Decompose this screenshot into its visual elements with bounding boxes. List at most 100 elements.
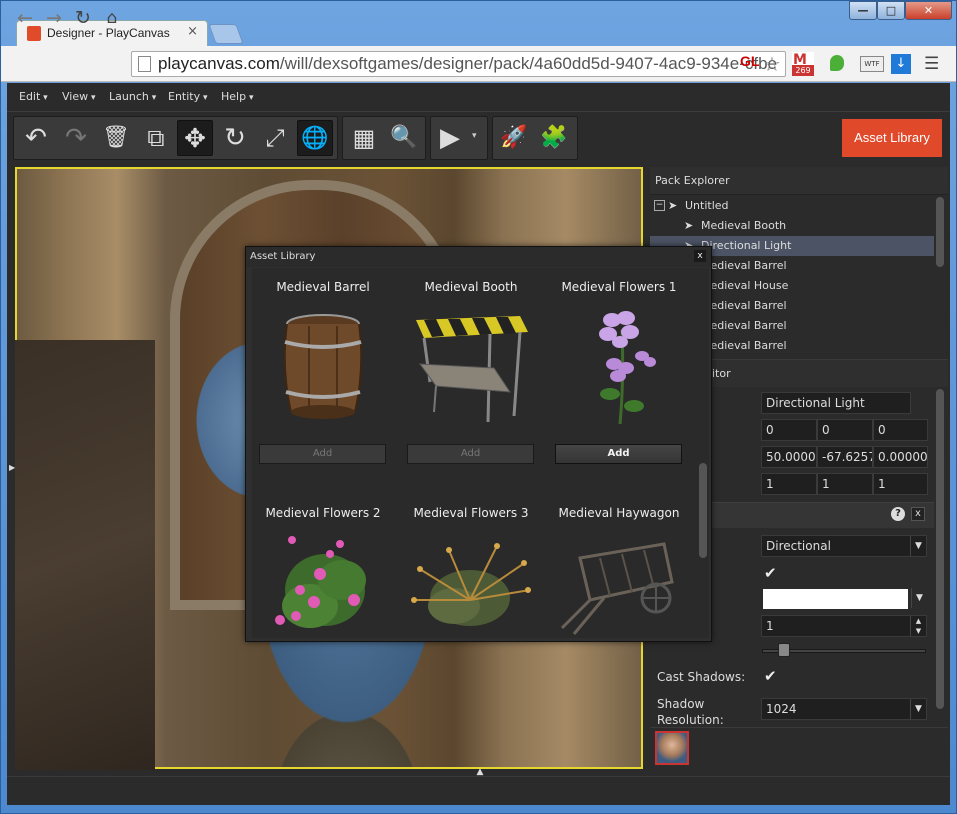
home-icon[interactable]: ⌂ xyxy=(101,8,123,28)
light-type-value: Directional xyxy=(766,539,831,553)
scripts-puzzle-icon[interactable]: 🧩 xyxy=(536,120,572,156)
avatar[interactable] xyxy=(655,731,689,765)
menu-help[interactable]: Help xyxy=(221,90,253,103)
translate-icon[interactable]: ✥ xyxy=(177,120,213,156)
asset-library-title: Asset Library xyxy=(250,251,316,262)
position-y-field[interactable]: 0 xyxy=(817,419,873,441)
tree-item-label: Untitled xyxy=(685,199,729,212)
chevron-down-icon: ▼ xyxy=(910,536,926,556)
download-extension-icon[interactable]: ↓ xyxy=(891,54,911,74)
left-panel-toggle-icon[interactable]: ▶ xyxy=(9,463,15,472)
menu-entity[interactable]: Entity xyxy=(168,90,208,103)
maximize-button[interactable]: □ xyxy=(877,1,905,20)
scrollbar-thumb[interactable] xyxy=(936,197,944,267)
wtf-extension-icon[interactable]: WTF xyxy=(860,56,884,72)
tree-item-untitled[interactable]: − ➤ Untitled xyxy=(650,196,934,216)
close-icon[interactable]: x xyxy=(694,250,706,262)
shadow-resolution-value: 1024 xyxy=(766,702,797,716)
position-x-field[interactable]: 0 xyxy=(761,419,817,441)
light-type-select[interactable]: Directional ▼ xyxy=(761,535,927,557)
tree-item-label: Medieval Barrel xyxy=(701,299,787,312)
minimize-button[interactable]: — xyxy=(849,1,877,20)
menu-launch[interactable]: Launch xyxy=(109,90,156,103)
rotate-icon[interactable]: ↻ xyxy=(217,120,253,156)
intensity-field[interactable]: 1 ▲ ▼ xyxy=(761,615,927,637)
editor-scrollbar[interactable] xyxy=(934,387,946,727)
collapse-icon[interactable]: − xyxy=(654,200,665,211)
publish-rocket-icon[interactable]: 🚀 xyxy=(496,120,532,156)
scale-icon[interactable]: ⤢ xyxy=(257,120,293,156)
remove-component-icon[interactable]: x xyxy=(911,507,925,521)
menu-view[interactable]: View xyxy=(62,90,96,103)
spin-down-icon[interactable]: ▼ xyxy=(910,626,926,636)
tree-scrollbar[interactable] xyxy=(934,195,946,353)
pack-explorer-title: Pack Explorer xyxy=(655,174,730,187)
undo-icon[interactable]: ↶ xyxy=(18,120,54,156)
scene-haywagon xyxy=(15,340,155,770)
asset-library-button[interactable]: Asset Library xyxy=(842,119,942,157)
duplicate-icon[interactable]: ⧉ xyxy=(138,120,174,156)
rocket-icon: ➤ xyxy=(684,219,694,232)
shadow-resolution-label: Shadow Resolution: xyxy=(657,697,724,727)
reload-icon[interactable]: ↻ xyxy=(72,7,94,29)
spin-up-icon[interactable]: ▲ xyxy=(910,616,926,626)
chrome-menu-icon[interactable]: ☰ xyxy=(924,54,939,74)
address-bar[interactable]: playcanvas.com/will/dexsoftgames/designe… xyxy=(131,51,786,77)
add-asset-button[interactable]: Add xyxy=(555,444,682,464)
delete-icon[interactable]: 🗑 xyxy=(98,120,134,156)
gl-badge[interactable]: GL xyxy=(740,53,759,69)
asset-name: Medieval Barrel xyxy=(276,280,370,294)
evernote-extension-icon[interactable] xyxy=(827,52,849,76)
cast-shadows-label: Cast Shadows: xyxy=(657,670,746,684)
gmail-count: 269 xyxy=(792,65,814,76)
page-icon xyxy=(138,56,151,72)
asset-library-scrollbar[interactable] xyxy=(697,268,709,638)
position-z-field[interactable]: 0 xyxy=(873,419,928,441)
flowers-1-thumbnail xyxy=(599,311,656,425)
rotation-z-field[interactable]: 0.000001 xyxy=(873,446,928,468)
tree-item-label: Directional Light xyxy=(701,239,792,252)
light-enabled-checkbox[interactable]: ✔ xyxy=(764,565,780,581)
scale-z-field[interactable]: 1 xyxy=(873,473,928,495)
window-controls: — □ ✕ xyxy=(849,1,953,20)
tree-item-label: Medieval Booth xyxy=(701,219,787,232)
slider-handle[interactable] xyxy=(778,643,790,657)
forward-arrow-icon[interactable]: → xyxy=(43,7,65,29)
gmail-extension-icon[interactable]: M 269 xyxy=(792,52,814,76)
play-icon[interactable]: ▶ xyxy=(432,120,468,156)
bookmark-star-icon[interactable]: ☆ xyxy=(763,52,781,76)
viewport-collapse-icon[interactable]: ▲ xyxy=(470,767,490,777)
add-asset-button[interactable]: Add xyxy=(259,444,386,464)
cast-shadows-checkbox[interactable]: ✔ xyxy=(764,668,780,684)
asset-name: Medieval Flowers 3 xyxy=(413,506,529,520)
url-host: playcanvas.com xyxy=(158,54,280,73)
scale-y-field[interactable]: 1 xyxy=(817,473,873,495)
play-dropdown-icon[interactable]: ▾ xyxy=(472,131,477,141)
scrollbar-thumb[interactable] xyxy=(936,389,944,709)
close-window-button[interactable]: ✕ xyxy=(905,1,952,20)
shadow-resolution-select[interactable]: 1024 ▼ xyxy=(761,698,927,720)
barrel-thumbnail xyxy=(283,314,363,419)
rotation-x-field[interactable]: 50.00000 xyxy=(761,446,817,468)
world-space-icon[interactable]: 🌐 xyxy=(297,120,333,156)
tree-item-label: Medieval House xyxy=(701,279,789,292)
back-arrow-icon[interactable]: ← xyxy=(14,7,36,29)
tab-close-icon[interactable]: × xyxy=(187,24,198,39)
haywagon-thumbnail xyxy=(560,542,674,635)
menu-edit[interactable]: Edit xyxy=(19,90,48,103)
light-color-picker[interactable]: ▼ xyxy=(761,588,927,610)
redo-icon[interactable]: ↷ xyxy=(58,120,94,156)
tree-item[interactable]: ➤ Medieval Booth xyxy=(650,216,934,236)
asset-name: Medieval Flowers 2 xyxy=(265,506,381,520)
asset-name: Medieval Haywagon xyxy=(558,506,680,520)
help-icon[interactable]: ? xyxy=(891,507,905,521)
scale-x-field[interactable]: 1 xyxy=(761,473,817,495)
zoom-focus-icon[interactable]: 🔍 xyxy=(386,120,422,156)
grid-view-icon[interactable]: ▦ xyxy=(346,120,382,156)
rotation-y-field[interactable]: -67.6257 xyxy=(817,446,873,468)
tab-title: Designer - PlayCanvas xyxy=(47,26,170,40)
add-asset-button[interactable]: Add xyxy=(407,444,534,464)
entity-name-field[interactable]: Directional Light xyxy=(761,392,911,414)
scrollbar-thumb[interactable] xyxy=(699,463,707,558)
status-bar xyxy=(7,776,950,804)
